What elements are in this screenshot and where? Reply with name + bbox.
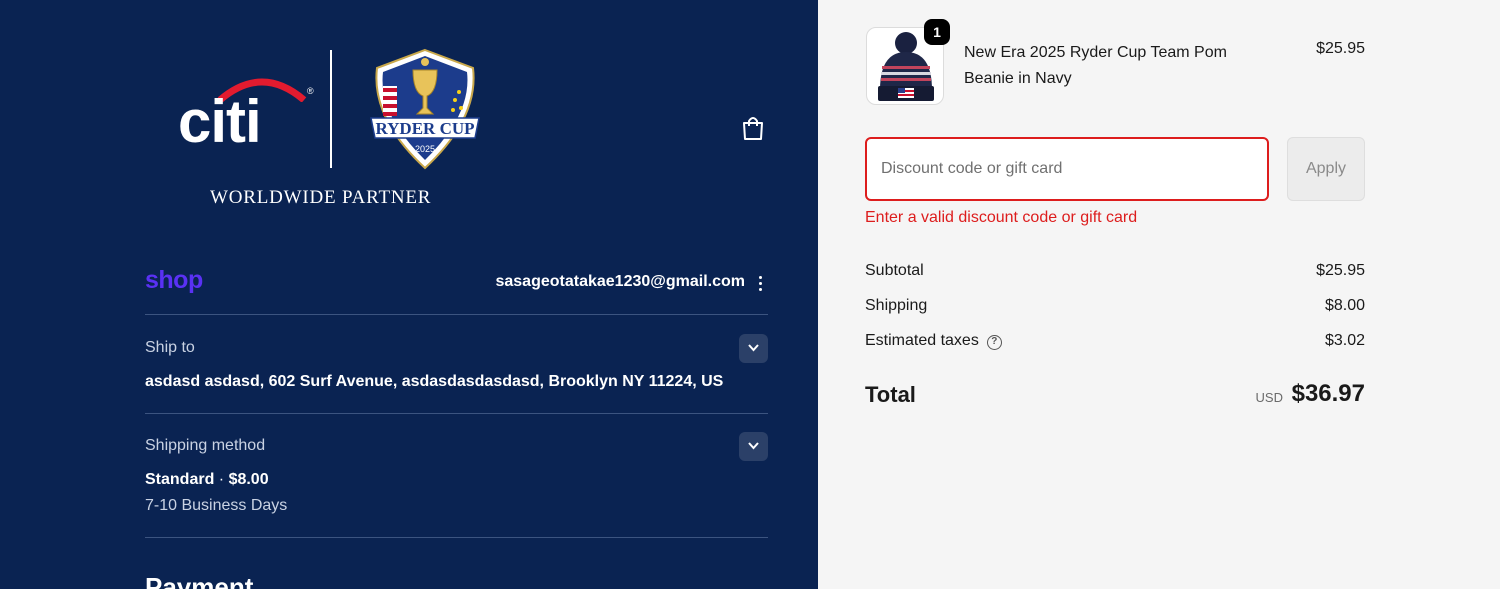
apply-discount-button[interactable]: Apply <box>1287 137 1365 201</box>
kebab-menu-icon[interactable] <box>754 274 766 294</box>
citi-logo: citi <box>178 88 262 155</box>
shop-account-row: shop sasageotatakae1230@gmail.com <box>145 266 768 302</box>
total-label: Total <box>865 382 916 407</box>
shipping-method-label: Shipping method <box>145 437 266 454</box>
help-icon[interactable]: ? <box>986 335 1002 350</box>
shipping-method-price: $8.00 <box>228 471 269 488</box>
currency-code: USD <box>1255 390 1283 405</box>
shipping-method-separator: · <box>214 471 229 488</box>
total-row: Total USD $36.97 <box>865 380 1365 410</box>
shop-pay-logo: shop <box>145 266 203 294</box>
ship-to-expand-button[interactable] <box>739 334 768 363</box>
shipping-method-value: Standard · $8.00 <box>145 471 269 489</box>
quantity-badge: 1 <box>924 19 950 45</box>
discount-code-input[interactable] <box>865 137 1269 201</box>
product-name: New Era 2025 Ryder Cup Team Pom Beanie i… <box>964 44 1227 87</box>
subtotal-label: Subtotal <box>865 262 924 279</box>
taxes-value: $3.02 <box>1324 332 1365 349</box>
divider <box>145 314 768 315</box>
ryder-cup-crest: RYDER CUP 2025 <box>370 48 480 170</box>
chevron-down-icon <box>748 344 759 352</box>
taxes-label: Estimated taxes <box>865 332 979 349</box>
ship-to-address: asdasd asdasd, 602 Surf Avenue, asdasdas… <box>145 373 724 390</box>
shopping-bag-icon[interactable] <box>739 114 767 142</box>
account-email: sasageotatakae1230@gmail.com <box>495 273 745 290</box>
chevron-down-icon <box>748 442 759 450</box>
divider <box>145 413 768 414</box>
shipping-method-eta: 7-10 Business Days <box>145 497 288 514</box>
shipping-method-expand-button[interactable] <box>739 432 768 461</box>
crest-title: RYDER CUP <box>375 119 474 138</box>
divider <box>145 537 768 538</box>
ship-to-label: Ship to <box>145 339 195 356</box>
shipping-label: Shipping <box>865 297 928 314</box>
payment-heading: Payment <box>145 572 254 589</box>
brand-header: citi ® RYDER CUP 2025 WORLDWIDE PARTNER <box>170 44 500 214</box>
worldwide-partner-label: WORLDWIDE PARTNER <box>210 187 432 208</box>
shipping-value: $8.00 <box>1324 297 1365 314</box>
taxes-label-wrap: Estimated taxes? <box>865 332 1002 350</box>
shipping-method-name: Standard <box>145 471 215 488</box>
registered-mark: ® <box>307 86 314 96</box>
checkout-main-panel: citi ® RYDER CUP 2025 WORLDWIDE PARTNER <box>0 0 818 589</box>
discount-error-message: Enter a valid discount code or gift card <box>865 209 1138 226</box>
crest-year: 2025 <box>415 144 435 154</box>
product-price: $25.95 <box>1316 40 1365 57</box>
total-amount: $36.97 <box>1291 380 1365 407</box>
subtotal-value: $25.95 <box>1316 262 1365 279</box>
logo-divider <box>330 50 332 168</box>
order-summary-panel: 1 New Era 2025 Ryder Cup Team Pom Beanie… <box>818 0 1500 589</box>
